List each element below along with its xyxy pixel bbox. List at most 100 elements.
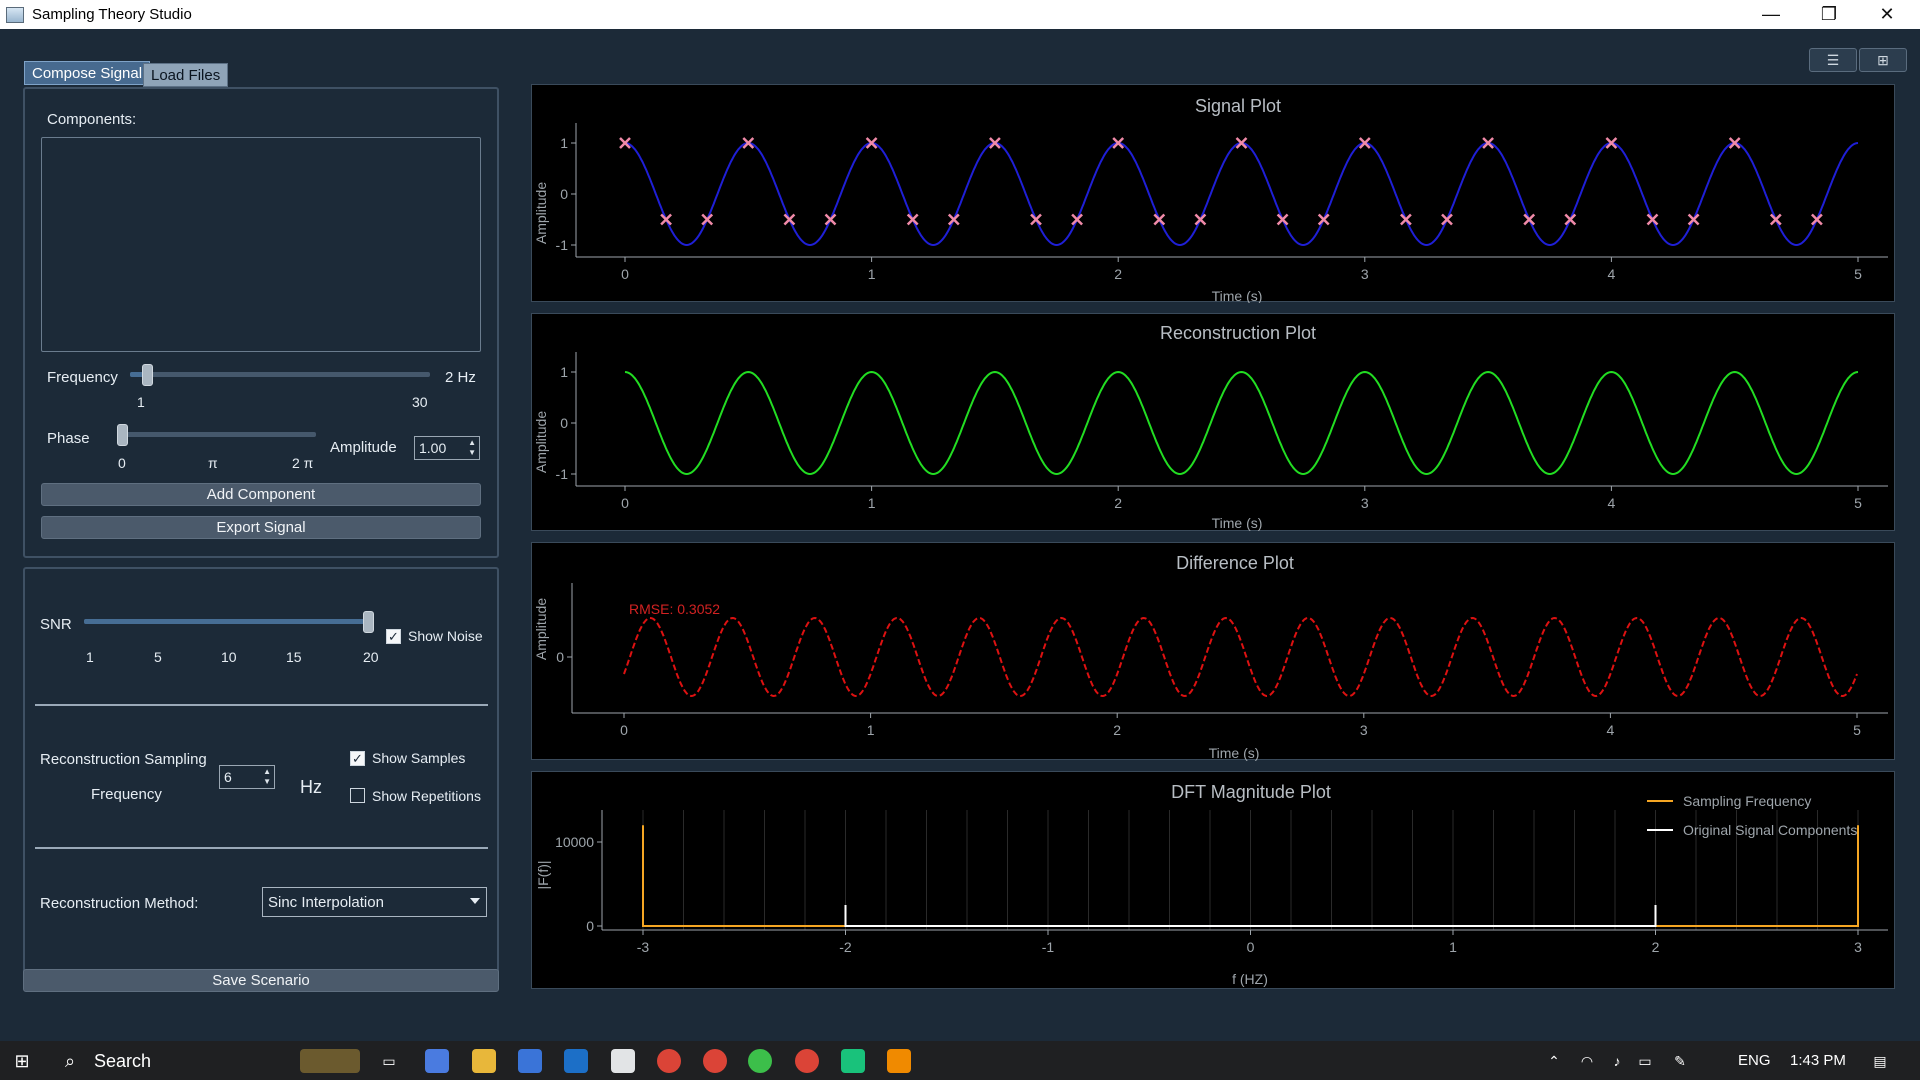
signal-plot-xlabel: Time (s) bbox=[1212, 288, 1263, 303]
recon-x-tick-label: 2 bbox=[1114, 495, 1122, 511]
sample-marker bbox=[1030, 213, 1042, 226]
volume-icon[interactable]: ♪ bbox=[1605, 1049, 1629, 1073]
difference-plot-ylabel: Amplitude bbox=[533, 598, 549, 660]
sample-marker bbox=[1071, 213, 1083, 226]
notifications-icon[interactable]: ▤ bbox=[1868, 1049, 1892, 1073]
dft-x-tick-label: -2 bbox=[839, 939, 852, 955]
diff-x-tick-label: 5 bbox=[1853, 722, 1861, 738]
rmse-annotation: RMSE: 0.3052 bbox=[629, 601, 720, 617]
windows-start-icon[interactable]: ⊞ bbox=[10, 1049, 34, 1073]
dft-x-tick-label: 3 bbox=[1854, 939, 1862, 955]
dft-y-tick-label: 10000 bbox=[555, 834, 594, 850]
minimize-button[interactable]: — bbox=[1742, 0, 1800, 29]
app-icon-green[interactable] bbox=[748, 1049, 772, 1073]
sample-marker bbox=[1441, 213, 1453, 226]
show-noise-checkbox[interactable]: ✓ bbox=[386, 629, 401, 644]
chrome-icon-2[interactable] bbox=[703, 1049, 727, 1073]
widget-icon[interactable] bbox=[300, 1049, 360, 1073]
dft-plot[interactable]: DFT Magnitude Plot |F(f)| f (HZ) 10000 0 -… bbox=[531, 771, 1895, 989]
calculator-icon[interactable] bbox=[611, 1049, 635, 1073]
frequency-slider-handle[interactable] bbox=[142, 364, 153, 386]
save-scenario-button[interactable]: Save Scenario bbox=[23, 969, 499, 992]
show-repetitions-checkbox[interactable] bbox=[350, 788, 365, 803]
copilot-icon[interactable] bbox=[425, 1049, 449, 1073]
recon-y-tick-label: -1 bbox=[556, 466, 569, 482]
difference-series-line bbox=[623, 616, 1858, 698]
show-samples-label: Show Samples bbox=[372, 750, 466, 766]
signal-plot-ylabel: Amplitude bbox=[533, 182, 549, 244]
restore-button[interactable]: ❐ bbox=[1800, 0, 1858, 29]
components-list[interactable] bbox=[41, 137, 481, 352]
signal-plot-svg: Signal Plot Amplitude Time (s) 1 0 -1 0 1 2 3 4… bbox=[533, 96, 1888, 303]
outlook-icon[interactable] bbox=[564, 1049, 588, 1073]
phase-slider-track[interactable] bbox=[118, 432, 316, 437]
signal-plot[interactable]: Signal Plot Amplitude Time (s) 1 0 -1 0 1 2 3 4… bbox=[531, 84, 1895, 303]
sample-marker bbox=[1769, 213, 1782, 226]
signal-plot-title: Signal Plot bbox=[1195, 96, 1281, 116]
signal-x-tick-label: 0 bbox=[621, 266, 629, 282]
frequency-label: Frequency bbox=[47, 369, 118, 386]
phase-slider-handle[interactable] bbox=[117, 424, 128, 446]
snr-tick-20: 20 bbox=[363, 649, 379, 665]
vlc-icon[interactable] bbox=[887, 1049, 911, 1073]
grid-view-button[interactable]: ⊞ bbox=[1859, 48, 1907, 72]
diff-x-tick-label: 0 bbox=[620, 722, 628, 738]
file-explorer-icon[interactable] bbox=[472, 1049, 496, 1073]
diff-y-tick-label: 0 bbox=[556, 649, 564, 665]
chrome-icon[interactable] bbox=[657, 1049, 681, 1073]
tab-load-files[interactable]: Load Files bbox=[143, 63, 229, 87]
snr-slider-handle[interactable] bbox=[363, 611, 374, 633]
frequency-slider-track[interactable] bbox=[130, 372, 430, 377]
signal-y-tick-label: -1 bbox=[556, 237, 569, 253]
dft-plot-ylabel: |F(f)| bbox=[535, 860, 551, 889]
signal-x-tick-label: 2 bbox=[1114, 266, 1122, 282]
tray-chevron-icon[interactable]: ⌃ bbox=[1542, 1049, 1566, 1073]
divider-2 bbox=[35, 847, 488, 849]
close-button[interactable]: ✕ bbox=[1858, 0, 1916, 29]
pen-icon[interactable]: ✎ bbox=[1668, 1049, 1692, 1073]
diff-x-tick-label: 1 bbox=[867, 722, 875, 738]
sampling-frequency-spinbox[interactable]: 6 ▲ ▼ bbox=[219, 765, 275, 789]
clock[interactable]: 1:43 PM bbox=[1790, 1052, 1846, 1069]
reconstruction-plot-xlabel: Time (s) bbox=[1212, 515, 1263, 531]
spin-arrows-icon[interactable]: ▲ ▼ bbox=[468, 438, 476, 458]
snr-slider-fill bbox=[84, 619, 364, 624]
list-view-button[interactable]: ☰ bbox=[1809, 48, 1857, 72]
chevron-down-icon bbox=[470, 898, 480, 904]
reconstruction-plot-ylabel: Amplitude bbox=[533, 411, 549, 473]
spin-arrows-icon[interactable]: ▲ ▼ bbox=[263, 767, 271, 787]
diff-x-tick-label: 3 bbox=[1360, 722, 1368, 738]
phase-label: Phase bbox=[47, 430, 90, 447]
language-indicator[interactable]: ENG bbox=[1738, 1052, 1771, 1069]
tab-compose-signal[interactable]: Compose Signal bbox=[24, 61, 151, 85]
sample-marker bbox=[1194, 213, 1207, 226]
task-view-icon[interactable]: ▭ bbox=[377, 1049, 401, 1073]
dft-x-tick-label: 0 bbox=[1247, 939, 1255, 955]
snr-tick-1: 1 bbox=[86, 649, 94, 665]
store-icon[interactable] bbox=[518, 1049, 542, 1073]
network-icon[interactable]: ◠ bbox=[1575, 1049, 1599, 1073]
amplitude-spinbox[interactable]: 1.00 ▲ ▼ bbox=[414, 436, 480, 460]
sample-marker bbox=[1523, 213, 1536, 226]
recon-y-tick-label: 1 bbox=[560, 364, 568, 380]
sampling-frequency-label-1: Reconstruction Sampling bbox=[40, 751, 207, 768]
difference-plot-area: 0 0 1 2 3 4 5 bbox=[556, 583, 1888, 738]
reconstruction-plot-svg: Reconstruction Plot Amplitude Time (s) 1… bbox=[533, 323, 1888, 531]
app-icon bbox=[6, 6, 24, 23]
chrome-icon-3[interactable] bbox=[795, 1049, 819, 1073]
difference-plot[interactable]: Difference Plot Amplitude Time (s) RMSE:… bbox=[531, 542, 1895, 761]
taskbar-search[interactable]: Search bbox=[94, 1051, 151, 1072]
pycharm-icon[interactable] bbox=[841, 1049, 865, 1073]
recon-x-tick-label: 3 bbox=[1361, 495, 1369, 511]
search-icon[interactable]: ⌕ bbox=[58, 1049, 82, 1073]
reconstruction-method-dropdown[interactable]: Sinc Interpolation bbox=[262, 887, 487, 917]
sampling-frequency-value: 6 bbox=[224, 769, 232, 785]
export-signal-button[interactable]: Export Signal bbox=[41, 516, 481, 539]
reconstruction-plot[interactable]: Reconstruction Plot Amplitude Time (s) 1… bbox=[531, 313, 1895, 531]
add-component-button[interactable]: Add Component bbox=[41, 483, 481, 506]
dft-plot-title: DFT Magnitude Plot bbox=[1171, 782, 1331, 802]
amplitude-label: Amplitude bbox=[330, 439, 397, 456]
battery-icon[interactable]: ▭ bbox=[1633, 1049, 1657, 1073]
show-samples-checkbox[interactable]: ✓ bbox=[350, 751, 365, 766]
reconstruction-method-value: Sinc Interpolation bbox=[268, 893, 384, 911]
